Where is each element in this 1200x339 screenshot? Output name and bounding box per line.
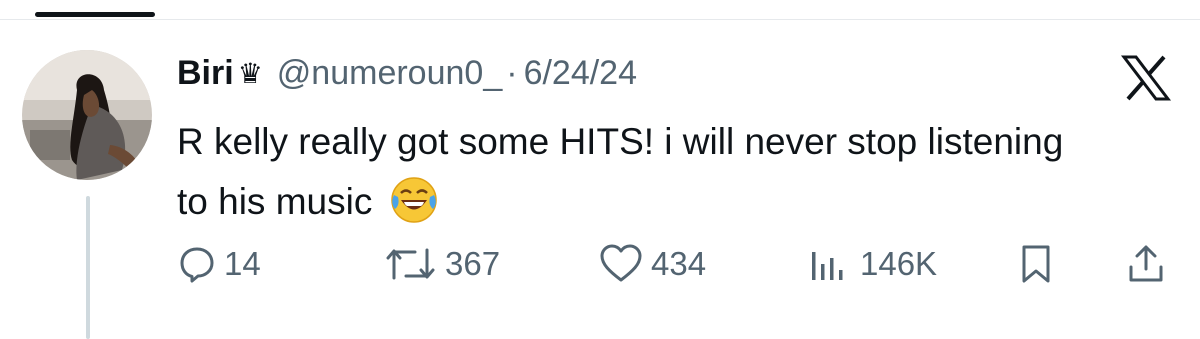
top-handle-bar (35, 12, 155, 17)
tweet-header: Biri ♛ @numeroun0_ · 6/24/24 (177, 50, 637, 96)
reply-icon (180, 247, 214, 283)
x-logo-icon (1120, 55, 1172, 101)
repost-count: 367 (445, 245, 501, 282)
like-count: 434 (651, 245, 707, 282)
share-icon (1129, 245, 1163, 282)
bookmark-icon (1022, 245, 1050, 283)
tweet-date[interactable]: 6/24/24 (524, 54, 637, 93)
reply-button[interactable]: 14 (178, 236, 261, 292)
user-handle[interactable]: @numeroun0_ (277, 54, 502, 93)
avatar[interactable] (22, 50, 152, 180)
separator-dot: · (506, 53, 518, 92)
view-count: 146K (860, 245, 938, 282)
tweet-text: R kelly really got some HITS! i will nev… (177, 112, 1077, 232)
avatar-image (22, 50, 152, 180)
tweet-body: R kelly really got some HITS! i will nev… (177, 121, 1064, 222)
bookmark-button[interactable] (1018, 236, 1054, 292)
display-name[interactable]: Biri (177, 54, 234, 93)
face-with-tears-of-joy-icon (389, 175, 439, 225)
views-icon (812, 252, 843, 280)
repost-icon (386, 248, 435, 280)
repost-button[interactable]: 367 (385, 236, 500, 292)
top-divider (0, 19, 1200, 20)
action-bar: 14 367 434 146K (0, 236, 1200, 292)
share-button[interactable] (1126, 236, 1166, 292)
crown-badge: ♛ (237, 57, 263, 89)
like-button[interactable]: 434 (599, 236, 706, 292)
heart-icon (600, 244, 642, 282)
views-button[interactable]: 146K (808, 236, 937, 292)
reply-count: 14 (224, 245, 261, 282)
